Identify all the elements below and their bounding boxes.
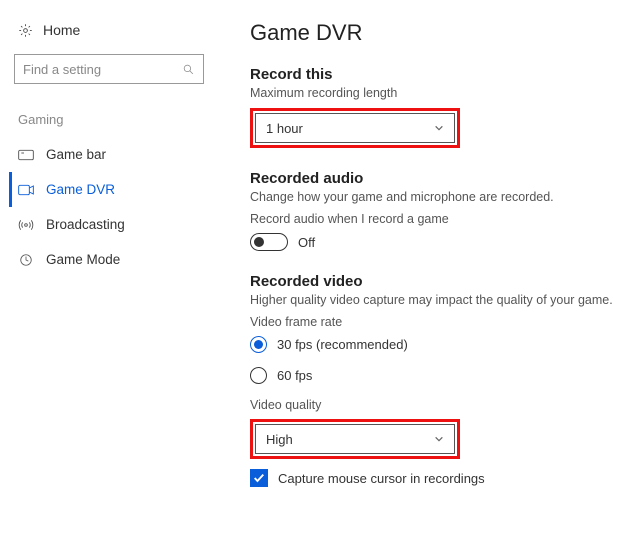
section-record-this: Record this Maximum recording length 1 h… (250, 66, 616, 148)
capture-cursor-checkbox[interactable] (250, 469, 268, 487)
sidebar-item-game-mode[interactable]: Game Mode (9, 242, 210, 277)
radio-30fps[interactable]: 30 fps (recommended) (250, 336, 616, 353)
recorded-audio-sub: Change how your game and microphone are … (250, 190, 616, 204)
toggle-knob (254, 237, 264, 247)
sidebar-item-game-bar[interactable]: Game bar (9, 137, 210, 172)
video-quality-value: High (266, 432, 293, 447)
recorded-audio-heading: Recorded audio (250, 170, 616, 187)
radio-icon (250, 367, 267, 384)
search-input[interactable] (14, 54, 204, 84)
sidebar-item-label: Broadcasting (46, 217, 125, 232)
sidebar: Home Gaming Game bar Game DVR Broadcasti… (0, 0, 222, 538)
dvr-icon (18, 183, 34, 197)
record-this-heading: Record this (250, 66, 616, 83)
sidebar-item-label: Game DVR (46, 182, 115, 197)
chevron-down-icon (434, 123, 444, 133)
gear-icon (18, 23, 33, 38)
gamemode-icon (18, 253, 34, 267)
main-content: Game DVR Record this Maximum recording l… (222, 0, 640, 538)
highlight-max-length: 1 hour (250, 108, 460, 148)
recorded-video-sub: Higher quality video capture may impact … (250, 293, 616, 307)
sidebar-item-broadcasting[interactable]: Broadcasting (9, 207, 210, 242)
capture-cursor-label: Capture mouse cursor in recordings (278, 471, 485, 486)
chevron-down-icon (434, 434, 444, 444)
home-label: Home (43, 22, 80, 38)
highlight-video-quality: High (250, 419, 460, 459)
max-length-value: 1 hour (266, 121, 303, 136)
radio-60fps[interactable]: 60 fps (250, 367, 616, 384)
record-audio-label: Record audio when I record a game (250, 212, 616, 226)
gamebar-icon (18, 148, 34, 162)
search-icon (182, 63, 195, 76)
radio-30fps-label: 30 fps (recommended) (277, 337, 408, 352)
page-title: Game DVR (250, 20, 616, 46)
category-label: Gaming (12, 106, 210, 137)
radio-60fps-label: 60 fps (277, 368, 312, 383)
max-length-dropdown[interactable]: 1 hour (255, 113, 455, 143)
sidebar-item-label: Game Mode (46, 252, 120, 267)
broadcast-icon (18, 218, 34, 232)
video-quality-label: Video quality (250, 398, 616, 412)
section-recorded-video: Recorded video Higher quality video capt… (250, 273, 616, 487)
home-link[interactable]: Home (12, 18, 210, 50)
radio-icon (250, 336, 267, 353)
capture-cursor-row[interactable]: Capture mouse cursor in recordings (250, 469, 616, 487)
check-icon (253, 472, 265, 484)
toggle-state-label: Off (298, 235, 315, 250)
section-recorded-audio: Recorded audio Change how your game and … (250, 170, 616, 251)
sidebar-item-label: Game bar (46, 147, 106, 162)
max-length-label: Maximum recording length (250, 86, 616, 100)
video-quality-dropdown[interactable]: High (255, 424, 455, 454)
recorded-video-heading: Recorded video (250, 273, 616, 290)
sidebar-item-game-dvr[interactable]: Game DVR (9, 172, 210, 207)
frame-rate-label: Video frame rate (250, 315, 616, 329)
search-field[interactable] (23, 62, 173, 77)
record-audio-toggle[interactable] (250, 233, 288, 251)
